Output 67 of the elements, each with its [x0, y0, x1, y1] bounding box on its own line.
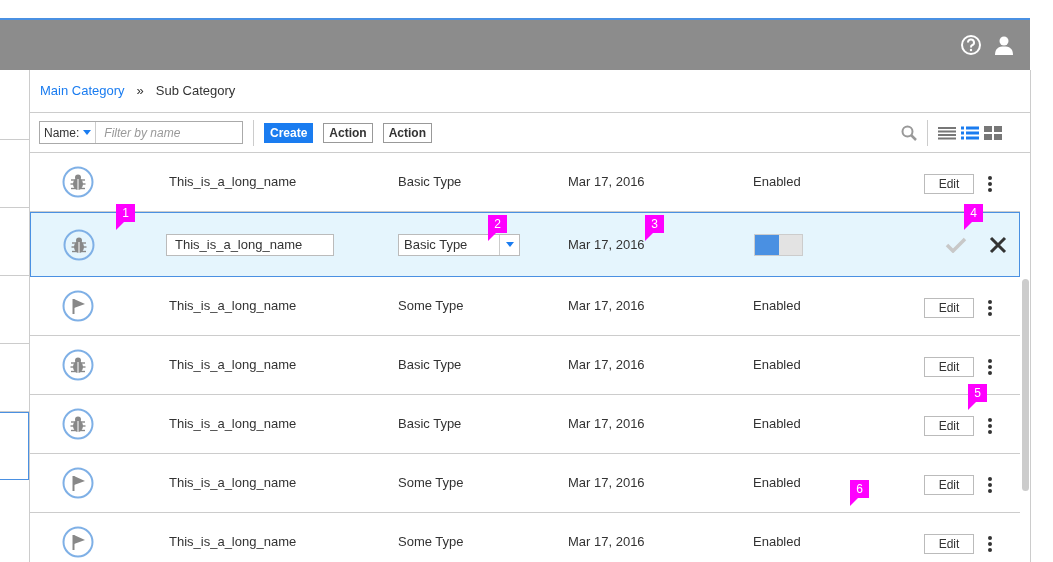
edit-button[interactable]: Edit	[924, 475, 974, 495]
status-text: Enabled	[753, 174, 801, 190]
create-button[interactable]: Create	[264, 122, 314, 143]
toggle-switch[interactable]	[754, 233, 803, 256]
help-icon[interactable]	[960, 34, 982, 56]
date-text: Mar 17, 2016	[568, 236, 645, 252]
type-select[interactable]: Basic Type	[398, 233, 520, 256]
bug-icon	[62, 349, 94, 381]
name-text: This_is_a_long_name	[169, 475, 297, 491]
date-text: Mar 17, 2016	[568, 357, 645, 373]
type-text: Some Type	[398, 534, 464, 550]
edit-button[interactable]: Edit	[924, 416, 974, 436]
detail-list-icon[interactable]	[961, 125, 979, 140]
status-text: Enabled	[753, 357, 801, 373]
name-text: This_is_a_long_name	[169, 534, 297, 550]
name-input[interactable]: This_is_a_long_name	[166, 233, 334, 256]
list-view-icon[interactable]	[938, 125, 956, 140]
more-icon[interactable]	[988, 300, 992, 316]
flag-icon	[62, 290, 94, 322]
date-text: Mar 17, 2016	[568, 416, 645, 432]
check-icon[interactable]	[945, 236, 967, 253]
edit-button[interactable]: Edit	[924, 357, 974, 377]
more-icon[interactable]	[988, 359, 992, 375]
breadcrumb-link[interactable]: Main Category	[40, 81, 125, 101]
edit-button[interactable]: Edit	[924, 174, 974, 194]
bug-icon	[63, 228, 95, 261]
name-text: This_is_a_long_name	[169, 357, 297, 373]
date-text: Mar 17, 2016	[568, 534, 645, 550]
status-text: Enabled	[753, 475, 801, 491]
breadcrumb-separator: »	[136, 82, 144, 101]
filter-label: Name:	[43, 124, 81, 142]
bug-icon	[62, 408, 94, 440]
action-button[interactable]: Action	[382, 122, 433, 143]
status-text: Enabled	[753, 298, 801, 314]
more-icon[interactable]	[988, 418, 992, 434]
grid-view-icon[interactable]	[984, 125, 1002, 140]
action-button[interactable]: Action	[323, 122, 373, 143]
edit-button[interactable]: Edit	[924, 298, 974, 318]
type-text: Basic Type	[398, 416, 462, 432]
name-text: This_is_a_long_name	[169, 416, 297, 432]
type-text: Some Type	[398, 475, 464, 491]
name-text: This_is_a_long_name	[169, 298, 297, 314]
date-text: Mar 17, 2016	[568, 475, 645, 491]
edit-button[interactable]: Edit	[924, 534, 974, 554]
type-text: Basic Type	[398, 357, 462, 373]
flag-icon	[62, 526, 94, 558]
user-icon[interactable]	[994, 35, 1014, 55]
scrollbar-thumb[interactable]	[1021, 279, 1029, 491]
sidebar-item[interactable]	[0, 412, 29, 480]
status-text: Enabled	[753, 534, 801, 550]
date-text: Mar 17, 2016	[568, 298, 645, 314]
caret-icon	[505, 242, 514, 247]
more-icon[interactable]	[988, 536, 992, 552]
more-icon[interactable]	[988, 477, 992, 493]
name-text: This_is_a_long_name	[169, 174, 297, 190]
search-icon[interactable]	[901, 124, 917, 141]
status-text: Enabled	[753, 416, 801, 432]
date-text: Mar 17, 2016	[568, 174, 645, 190]
caret-icon	[83, 130, 92, 135]
type-text: Some Type	[398, 298, 464, 314]
flag-icon	[62, 467, 94, 499]
type-text: Basic Type	[398, 174, 462, 190]
close-icon[interactable]	[989, 235, 1007, 254]
more-icon[interactable]	[988, 176, 992, 192]
breadcrumb-current: Sub Category	[155, 82, 236, 101]
bug-icon	[62, 166, 94, 198]
filter-field[interactable]: Name: Filter by name	[39, 121, 243, 144]
